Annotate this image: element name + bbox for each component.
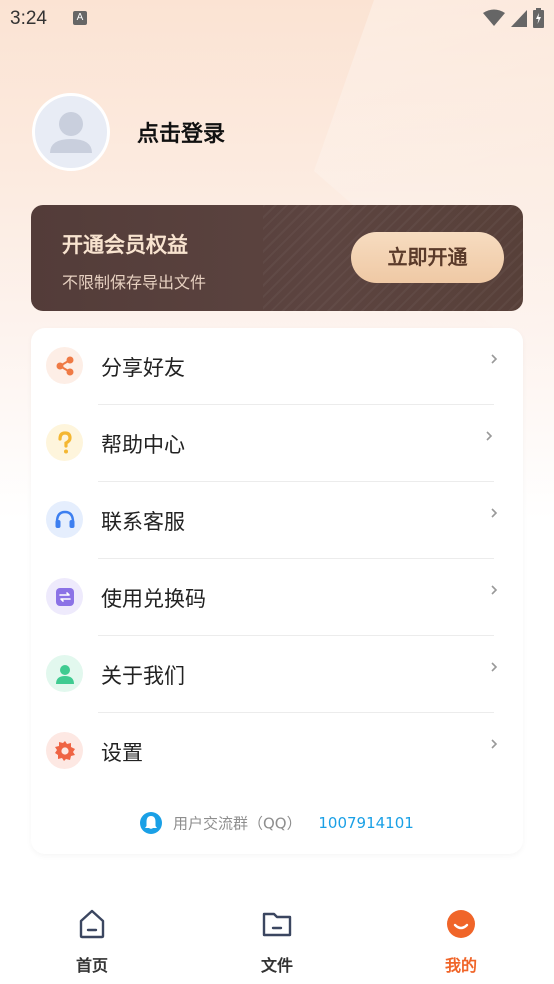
- wifi-icon: [483, 9, 505, 26]
- status-time: 3:24: [10, 8, 47, 29]
- profile-face-icon: [447, 910, 475, 938]
- login-prompt[interactable]: 点击登录: [137, 116, 225, 148]
- tab-home[interactable]: 首页: [32, 890, 152, 984]
- chevron-right-icon: [491, 354, 498, 364]
- vip-subtitle: 不限制保存导出文件: [62, 273, 207, 292]
- default-avatar-icon: [50, 112, 92, 153]
- menu-item-settings[interactable]: 设置: [31, 713, 523, 790]
- tab-mine[interactable]: 我的: [401, 890, 521, 984]
- menu-item-label: 分享好友: [101, 356, 185, 380]
- vip-membership-banner[interactable]: 开通会员权益 不限制保存导出文件 立即开通: [31, 205, 523, 311]
- menu-item-label: 设置: [101, 741, 143, 765]
- qq-group-label: 用户交流群（QQ）: [172, 814, 302, 833]
- menu-item-about-us[interactable]: 关于我们: [31, 636, 523, 713]
- help-icon: [46, 424, 83, 461]
- battery-icon: [533, 8, 544, 28]
- home-icon: [79, 909, 105, 939]
- menu-card: 分享好友 帮助中心 联系客服 使用兑换码 关于我们 设置 用户交流群（QQ） 1…: [31, 328, 523, 854]
- menu-item-label: 帮助中心: [101, 433, 185, 457]
- chevron-right-icon: [491, 662, 498, 672]
- vip-title: 开通会员权益: [62, 233, 188, 257]
- chevron-right-icon: [486, 431, 493, 441]
- menu-item-help[interactable]: 帮助中心: [31, 405, 523, 482]
- folder-icon: [262, 912, 292, 937]
- tab-label: 文件: [260, 956, 293, 975]
- qq-icon: [140, 812, 163, 834]
- exchange-icon: [46, 578, 83, 615]
- chevron-right-icon: [491, 585, 498, 595]
- status-icons: [483, 8, 544, 28]
- status-bar: 3:24 A: [0, 0, 554, 40]
- menu-item-label: 关于我们: [101, 664, 185, 688]
- menu-item-share[interactable]: 分享好友: [31, 328, 523, 405]
- menu-item-label: 使用兑换码: [101, 587, 206, 611]
- menu-item-customer-service[interactable]: 联系客服: [31, 482, 523, 559]
- share-icon: [46, 347, 83, 384]
- chevron-right-icon: [491, 508, 498, 518]
- tab-label: 首页: [75, 956, 108, 975]
- chevron-right-icon: [491, 739, 498, 749]
- notification-icon: A: [73, 11, 87, 25]
- tab-label: 我的: [444, 956, 477, 975]
- header-background-decoration: [314, 0, 554, 380]
- activate-vip-button[interactable]: 立即开通: [351, 232, 504, 283]
- bottom-nav: 首页 文件 我的: [0, 890, 554, 984]
- person-icon: [46, 655, 83, 692]
- gear-icon: [46, 732, 83, 769]
- signal-icon: [511, 10, 527, 27]
- headset-icon: [46, 501, 83, 538]
- menu-item-redeem-code[interactable]: 使用兑换码: [31, 559, 523, 636]
- tab-files[interactable]: 文件: [217, 890, 337, 984]
- qq-group-number[interactable]: 1007914101: [318, 814, 413, 832]
- menu-item-label: 联系客服: [101, 510, 185, 534]
- avatar[interactable]: [32, 93, 110, 171]
- qq-group-row[interactable]: 用户交流群（QQ） 1007914101: [31, 812, 523, 838]
